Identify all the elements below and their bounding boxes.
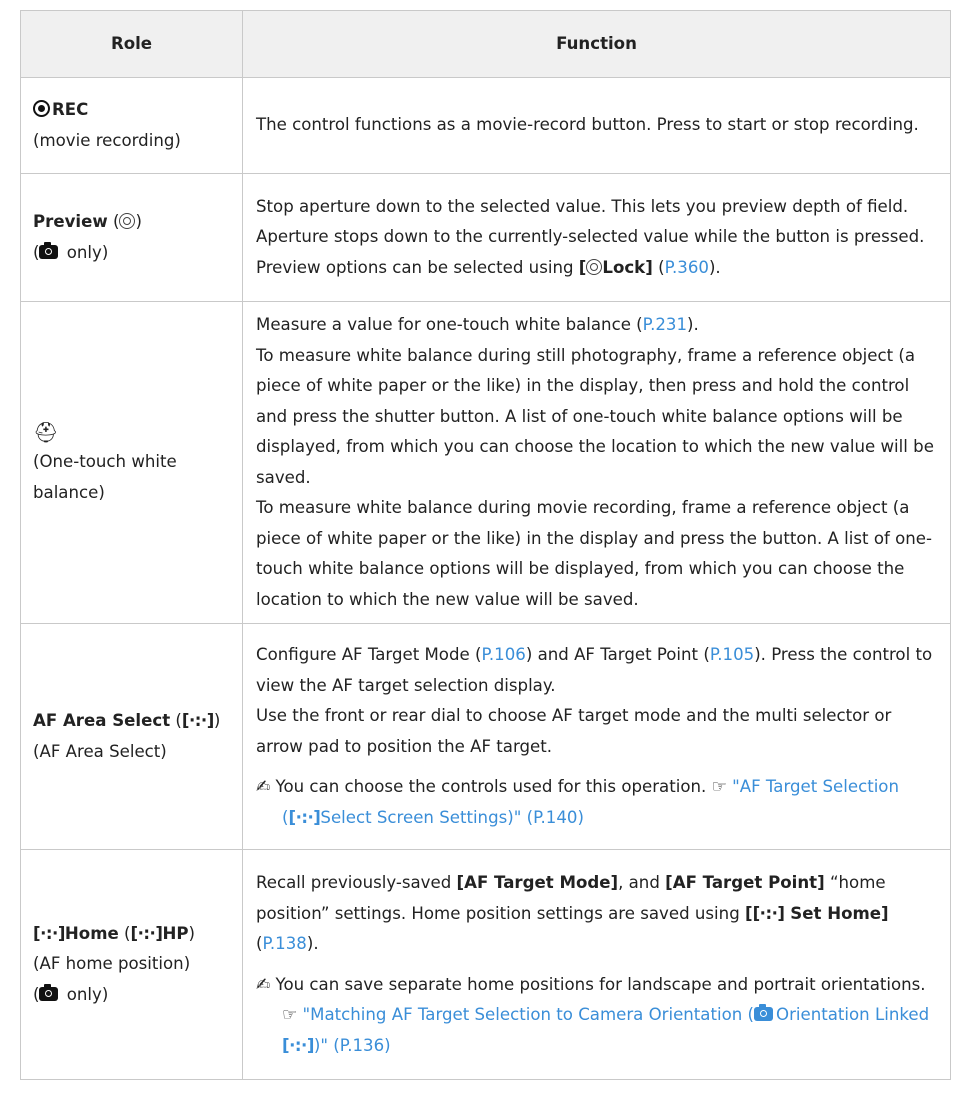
page-link[interactable]: P.105	[710, 645, 754, 664]
role-cell: [·:·]Home ([·:·]HP) (AF home position) (…	[20, 849, 243, 1080]
one-touch-wb-icon: ⛑	[33, 419, 59, 444]
table-row: Preview () ( only) Stop aperture down to…	[20, 173, 951, 302]
tip-note: ✍ You can choose the controls used for t…	[256, 772, 942, 833]
role-sub: (AF home position)	[33, 954, 191, 974]
role-home-label: Home	[64, 923, 119, 943]
function-text: Configure AF Target Mode (	[256, 645, 482, 664]
role-preview-label: Preview	[33, 212, 108, 231]
table-row: ⛑ (One-touch white balance) Measure a va…	[20, 301, 951, 624]
function-text: To measure white balance during still ph…	[256, 345, 934, 487]
page-link[interactable]: P.360	[665, 258, 709, 277]
af-area-icon: [·:·]	[33, 923, 65, 943]
function-bold: Lock]	[602, 257, 653, 277]
role-sub: (movie recording)	[33, 130, 181, 150]
note-text: You can save separate home positions for…	[275, 974, 926, 994]
camera-icon	[39, 241, 59, 259]
tip-icon: ✍	[256, 974, 271, 995]
header-function: Function	[242, 10, 951, 78]
role-cell: Preview () ( only)	[20, 173, 243, 302]
table-row: [·:·]Home ([·:·]HP) (AF home position) (…	[20, 849, 951, 1080]
function-text: To measure white balance during movie re…	[256, 498, 932, 609]
page-link[interactable]: P.138	[262, 934, 306, 953]
function-cell: Configure AF Target Mode (P.106) and AF …	[242, 623, 951, 850]
page-link[interactable]: P.231	[643, 315, 687, 334]
aperture-icon	[586, 258, 603, 275]
role-rec-label: REC	[52, 100, 89, 119]
function-text: ).	[687, 315, 699, 334]
function-cell: Stop aperture down to the selected value…	[242, 173, 951, 302]
tip-note: ✍ You can save separate home positions f…	[256, 970, 942, 1062]
function-table: Role Function REC (movie recording) The …	[20, 10, 951, 1080]
role-cell: AF Area Select ([·:·]) (AF Area Select)	[20, 623, 243, 850]
role-cell: ⛑ (One-touch white balance)	[20, 301, 243, 624]
role-cell: REC (movie recording)	[20, 77, 243, 174]
table-row: AF Area Select ([·:·]) (AF Area Select) …	[20, 623, 951, 850]
function-text: The control functions as a movie-record …	[256, 115, 919, 135]
aperture-icon	[119, 213, 136, 229]
role-af-label: AF Area Select	[33, 711, 171, 730]
function-cell: Measure a value for one-touch white bala…	[242, 301, 951, 624]
table-row: REC (movie recording) The control functi…	[20, 77, 951, 174]
reference-link[interactable]: "Matching AF Target Selection to Camera …	[282, 1004, 929, 1055]
function-text: Recall previously-saved	[256, 873, 457, 892]
note-text: You can choose the controls used for thi…	[275, 777, 707, 796]
function-text: Use the front or rear dial to choose AF …	[256, 706, 892, 756]
function-cell: The control functions as a movie-record …	[242, 77, 951, 174]
reference-icon: ☞	[282, 1005, 298, 1025]
function-text: ) and AF Target Point (	[525, 645, 710, 664]
camera-icon	[754, 1004, 774, 1021]
function-cell: Recall previously-saved [AF Target Mode]…	[242, 849, 951, 1080]
role-sub: (AF Area Select)	[33, 741, 167, 761]
role-sub-close: only)	[61, 242, 109, 262]
page-link[interactable]: P.106	[481, 645, 525, 664]
header-role: Role	[20, 10, 243, 78]
movie-record-icon	[33, 100, 50, 117]
tip-icon: ✍	[256, 777, 271, 797]
table-header-row: Role Function	[20, 10, 951, 78]
role-sub: (One-touch white balance)	[33, 452, 177, 502]
camera-icon	[39, 983, 59, 1001]
reference-icon: ☞	[711, 777, 727, 797]
af-area-icon: [·:·]	[181, 711, 214, 730]
role-sub-close: only)	[61, 984, 109, 1004]
function-text: Measure a value for one-touch white bala…	[256, 315, 643, 334]
